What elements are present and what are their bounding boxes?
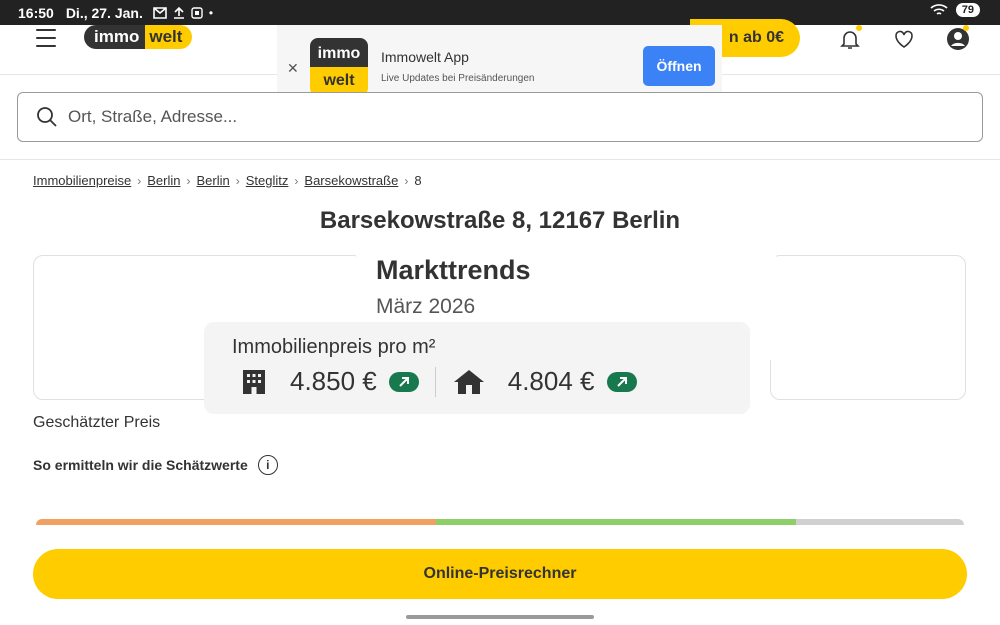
- trend-up-arrow-icon: [606, 371, 637, 392]
- heart-icon[interactable]: [892, 27, 916, 51]
- bell-badge-dot: [856, 25, 862, 31]
- breadcrumb-link-berlin-1[interactable]: Berlin: [147, 173, 180, 188]
- chevron-right-icon: ›: [294, 173, 299, 188]
- open-app-button[interactable]: Öffnen: [643, 46, 715, 86]
- breadcrumb: Immobilienpreise › Berlin › Berlin › Ste…: [33, 173, 422, 188]
- app-banner-subtitle: Live Updates bei Preisänderungen: [381, 73, 535, 84]
- home-indicator: [406, 615, 594, 619]
- immowelt-logo[interactable]: immo welt: [84, 25, 193, 49]
- mail-icon: [153, 6, 167, 19]
- house-icon: [453, 369, 484, 394]
- page-title: Barsekowstraße 8, 12167 Berlin: [319, 207, 681, 234]
- breadcrumb-current: 8: [414, 173, 422, 188]
- market-trends-title: Markttrends: [376, 255, 531, 285]
- estimate-card-right: [770, 255, 966, 400]
- breadcrumb-link-barsekowstrasse[interactable]: Barsekowstraße: [304, 173, 398, 188]
- app-logo-top: immo: [310, 38, 368, 67]
- breadcrumb-link-berlin-2[interactable]: Berlin: [197, 173, 230, 188]
- market-trends-period: März 2026: [376, 295, 476, 318]
- estimation-method-label: So ermitteln wir die Schätzwerte: [33, 457, 248, 473]
- wifi-icon: [930, 4, 948, 15]
- estimated-price-label: Geschätzter Preis: [33, 414, 161, 431]
- estimation-method-link[interactable]: So ermitteln wir die Schätzwerte i: [33, 455, 278, 475]
- app-banner-title: Immowelt App: [381, 49, 469, 65]
- bottom-cta-bar: Online-Preisrechner: [0, 525, 1000, 625]
- status-icons: •: [153, 6, 213, 20]
- apartment-price-value: 4.850 €: [290, 366, 377, 396]
- app-logo: immo welt: [310, 38, 368, 96]
- trend-up-arrow-icon: [388, 371, 419, 392]
- breadcrumb-link-steglitz[interactable]: Steglitz: [246, 173, 289, 188]
- apartment-building-icon: [243, 369, 265, 394]
- account-badge-dot: [963, 25, 969, 31]
- status-date: Di., 27. Jan.: [65, 4, 143, 21]
- menu-icon[interactable]: [36, 29, 56, 47]
- screenshot-icon: [191, 6, 203, 19]
- search-icon: [37, 107, 57, 127]
- price-per-sqm-label: Immobilienpreis pro m²: [232, 336, 436, 358]
- online-price-calculator-button[interactable]: Online-Preisrechner: [33, 549, 967, 599]
- header-divider: [0, 159, 1000, 160]
- search-input[interactable]: [68, 107, 928, 127]
- logo-part-welt: welt: [145, 25, 193, 49]
- chevron-right-icon: ›: [137, 173, 142, 188]
- chevron-right-icon: ›: [235, 173, 240, 188]
- status-bar: 16:50 Di., 27. Jan. • 79: [0, 0, 1000, 25]
- search-bar[interactable]: [17, 92, 983, 142]
- chevron-right-icon: ›: [186, 173, 191, 188]
- house-price-value: 4.804 €: [507, 366, 595, 396]
- status-time: 16:50: [18, 4, 54, 21]
- logo-part-immo: immo: [84, 25, 146, 49]
- price-divider: [434, 366, 436, 397]
- info-icon[interactable]: i: [257, 455, 278, 475]
- battery-icon: 79: [955, 3, 980, 17]
- close-icon[interactable]: ✕: [287, 60, 299, 77]
- chevron-right-icon: ›: [404, 173, 409, 188]
- price-row: 4.850 € 4.804 €: [240, 366, 637, 397]
- price-per-sqm-box: Immobilienpreis pro m² 4.850 € 4.804 €: [204, 322, 750, 414]
- notification-dot-icon: •: [208, 5, 214, 20]
- upload-icon: [173, 6, 184, 19]
- breadcrumb-link-immobilienpreise[interactable]: Immobilienpreise: [33, 173, 131, 188]
